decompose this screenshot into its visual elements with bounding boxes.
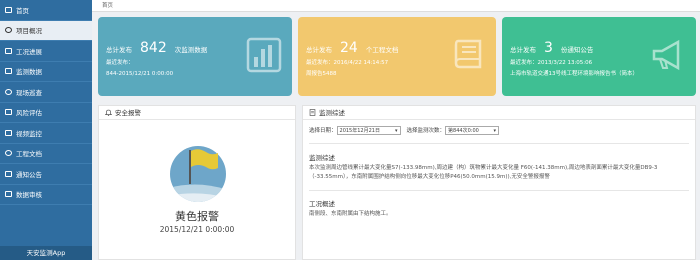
- megaphone-icon: [5, 170, 12, 177]
- card-label: 总计发布: [306, 46, 332, 54]
- sidebar-item-label: 工程文档: [16, 150, 42, 159]
- data-count-card[interactable]: 总计发布 842 次监测数据 最近发布： 844-2015/12/21 0:00:0…: [98, 17, 292, 96]
- count-label: 选择监测次数：: [406, 128, 446, 134]
- sidebar-item-label: 通知公告: [16, 170, 42, 179]
- summary-text: 本次监测周边管线累计最大变化量S7(-133.98mm),周边建（构）筑物累计最…: [309, 165, 658, 180]
- sidebar-nav: 首页项目概况工况进展监测数据现场巡查风险评估视频监控工程文档通知公告数据审核: [0, 0, 92, 205]
- eye-icon: [5, 88, 12, 95]
- chevron-down-icon: ▾: [395, 127, 398, 134]
- sidebar-item-0[interactable]: 首页: [0, 0, 92, 21]
- card-label: 总计发布: [106, 46, 132, 54]
- sidebar-item-3[interactable]: 监测数据: [0, 62, 92, 82]
- alert-panel-header: 安全报警: [99, 106, 295, 120]
- sidebar-item-6[interactable]: 视频监控: [0, 123, 92, 144]
- list-icon: [5, 47, 12, 54]
- sidebar-item-label: 首页: [16, 6, 29, 15]
- work-text: 南侧段、东南附属由下结构施工。: [309, 211, 392, 217]
- filter-row: 选择日期： 2015年12月21日 ▾ 选择监测次数： 第844次0:00 ▾: [309, 124, 689, 136]
- sidebar: 首页项目概况工况进展监测数据现场巡查风险评估视频监控工程文档通知公告数据审核 天…: [0, 0, 92, 260]
- sidebar-item-1[interactable]: 项目概况: [0, 20, 92, 41]
- sidebar-footer[interactable]: 天安监测App: [0, 246, 92, 260]
- date-select-value: 2015年12月21日: [339, 127, 380, 134]
- sidebar-item-label: 视频监控: [16, 129, 42, 138]
- divider: [309, 190, 689, 191]
- sidebar-item-2[interactable]: 工况进展: [0, 41, 92, 62]
- alert-level: 黄色报警: [175, 210, 219, 223]
- date-select[interactable]: 2015年12月21日 ▾: [336, 125, 401, 135]
- card-number: 3: [544, 40, 553, 56]
- table-icon: [5, 68, 12, 75]
- bar-chart-icon: [246, 37, 282, 73]
- breadcrumb[interactable]: 首页: [92, 0, 700, 12]
- warning-icon: [5, 109, 12, 116]
- main-content: 首页 总计发布 842 次监测数据 最近发布： 844-2015/12/21 0:0…: [92, 0, 700, 260]
- notice-count-card[interactable]: 总计发布 3 份通知公告 最近发布：2013/3/22 13:05:06 上海市轨道…: [502, 17, 696, 96]
- book-icon: [454, 39, 482, 69]
- alert-panel-title: 安全报警: [115, 108, 141, 117]
- check-icon: [5, 191, 12, 198]
- date-label: 选择日期：: [309, 128, 337, 134]
- report-panel-title: 监测综述: [319, 108, 345, 117]
- sidebar-item-label: 工况进展: [16, 47, 42, 56]
- sidebar-item-label: 风险评估: [16, 109, 42, 118]
- sidebar-item-8[interactable]: 通知公告: [0, 164, 92, 185]
- count-select[interactable]: 第844次0:00 ▾: [445, 125, 500, 135]
- card-label: 总计发布: [510, 46, 536, 54]
- count-select-value: 第844次0:00: [448, 127, 479, 134]
- divider: [309, 143, 689, 144]
- report-panel-header: 监测综述: [303, 106, 695, 120]
- video-icon: [5, 129, 12, 136]
- sidebar-item-label: 现场巡查: [16, 88, 42, 97]
- sidebar-item-label: 数据审核: [16, 191, 42, 200]
- home-icon: [5, 6, 12, 13]
- yellow-flag-icon: [170, 146, 226, 202]
- card-unit: 次监测数据: [174, 46, 208, 54]
- sidebar-item-4[interactable]: 现场巡查: [0, 82, 92, 103]
- report-panel: 监测综述 选择日期： 2015年12月21日 ▾ 选择监测次数： 第844次0:0…: [302, 105, 696, 260]
- work-title: 工况概述: [309, 200, 335, 208]
- card-number: 24: [340, 40, 358, 56]
- card-number: 842: [140, 40, 167, 56]
- sidebar-item-5[interactable]: 风险评估: [0, 103, 92, 123]
- bell-icon: [105, 109, 112, 116]
- card-unit: 份通知公告: [560, 46, 594, 54]
- alert-panel: 安全报警 黄色报警 2015/12/21 0:00:00: [98, 105, 296, 260]
- megaphone-icon: [652, 39, 680, 71]
- sidebar-item-9[interactable]: 数据审核: [0, 185, 92, 205]
- document-count-card[interactable]: 总计发布 24 个工程文档 最近发布：2016/4/22 14:14:57 周报告5…: [298, 17, 496, 96]
- sidebar-item-7[interactable]: 工程文档: [0, 144, 92, 164]
- alert-time: 2015/12/21 0:00:00: [159, 225, 235, 234]
- sidebar-item-label: 项目概况: [16, 27, 42, 36]
- folder-icon: [5, 27, 12, 34]
- document-icon: [309, 109, 316, 116]
- summary-title: 监测综述: [309, 154, 335, 162]
- document-icon: [5, 150, 12, 157]
- card-unit: 个工程文档: [365, 46, 399, 54]
- sidebar-item-label: 监测数据: [16, 68, 42, 77]
- chevron-down-icon: ▾: [493, 127, 497, 134]
